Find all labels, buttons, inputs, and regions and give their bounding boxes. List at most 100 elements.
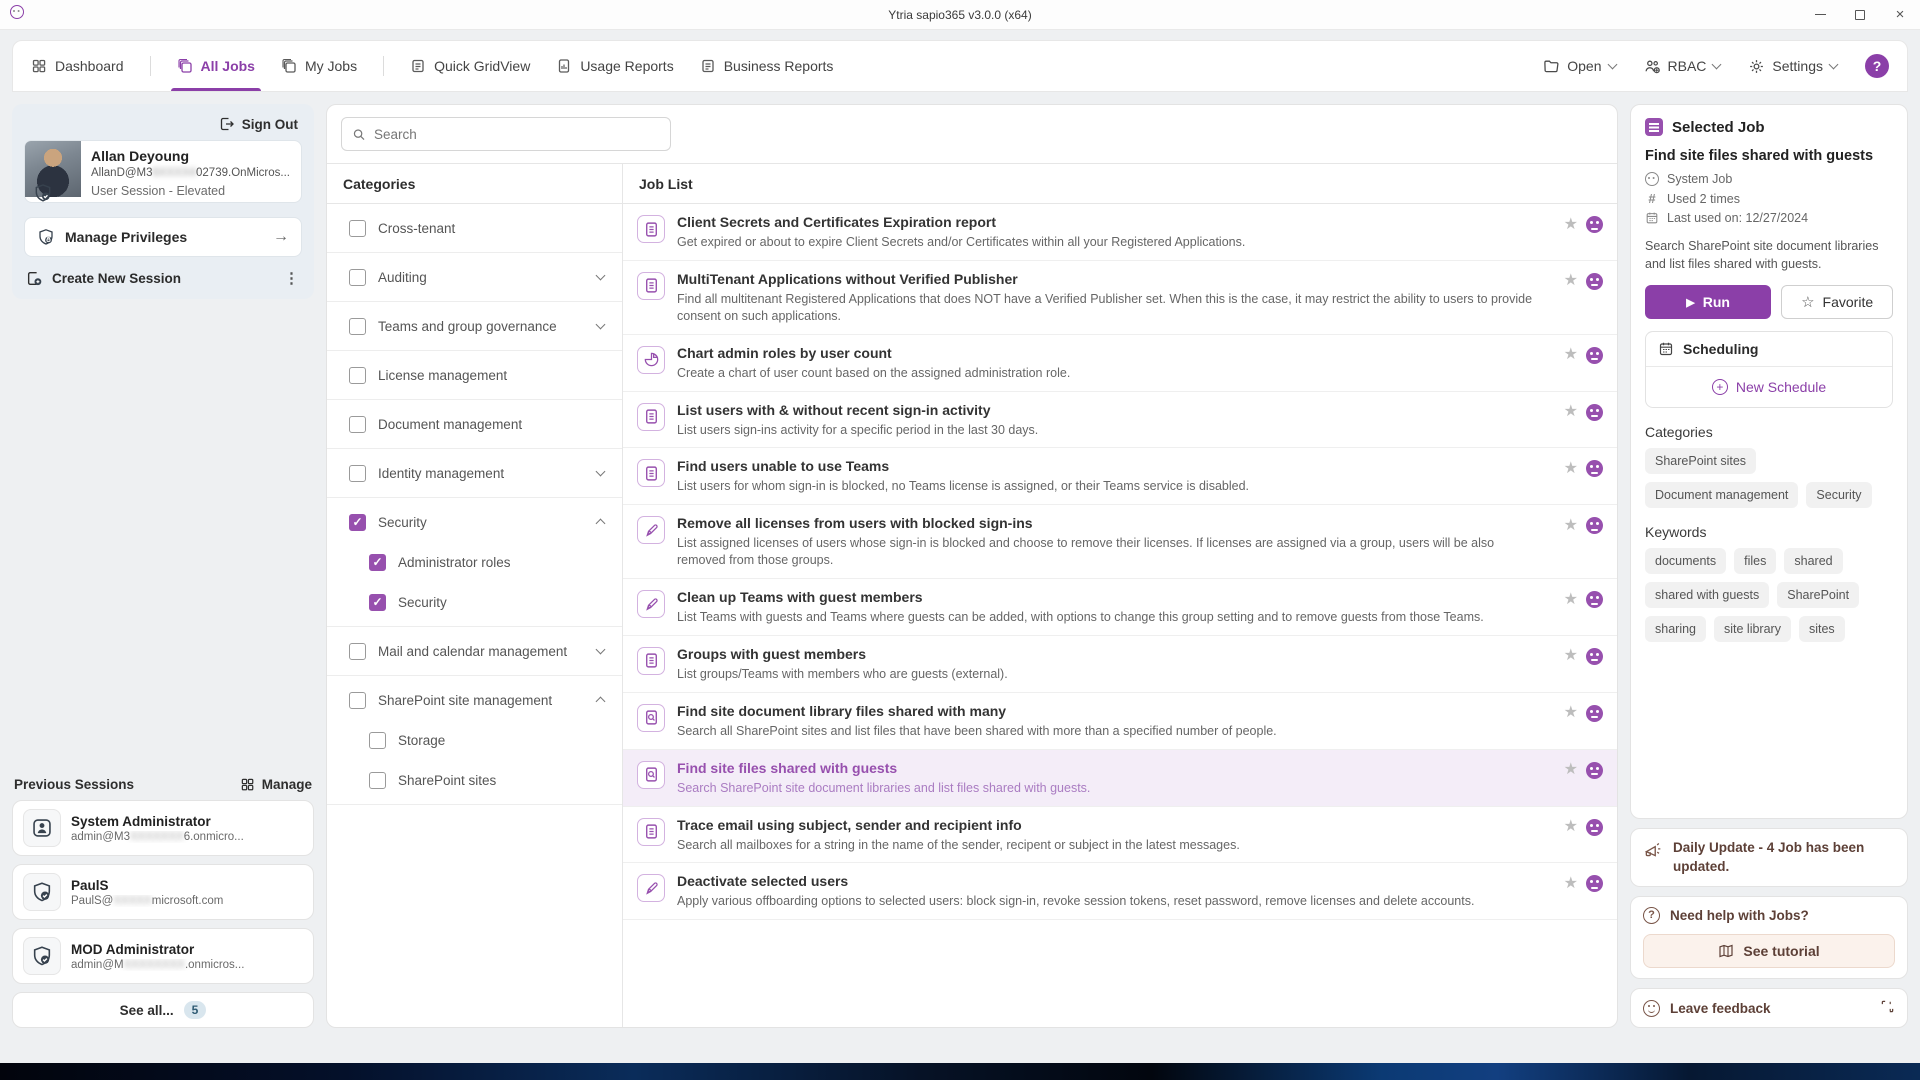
category-sharepoint-management[interactable]: SharePoint site management xyxy=(327,680,622,720)
job-title: Chart admin roles by user count xyxy=(677,345,1544,361)
favorite-star-icon[interactable]: ★ xyxy=(1564,762,1578,778)
favorite-star-icon[interactable]: ★ xyxy=(1564,876,1578,892)
checkbox-unchecked[interactable] xyxy=(349,416,366,433)
favorite-star-icon[interactable]: ★ xyxy=(1564,705,1578,721)
checkbox-unchecked[interactable] xyxy=(349,643,366,660)
chevron-down-icon[interactable] xyxy=(596,320,606,330)
job-row[interactable]: Find site document library files shared … xyxy=(623,693,1617,750)
rbac-menu[interactable]: RBAC xyxy=(1644,58,1721,75)
category-tag[interactable]: SharePoint sites xyxy=(1645,448,1756,474)
tab-usage-reports[interactable]: Usage Reports xyxy=(556,41,673,91)
session-name: System Administrator xyxy=(71,814,244,829)
job-row[interactable]: MultiTenant Applications without Verifie… xyxy=(623,261,1617,335)
checkbox-unchecked[interactable] xyxy=(349,692,366,709)
checkbox-checked[interactable] xyxy=(349,514,366,531)
job-row[interactable]: Chart admin roles by user count Create a… xyxy=(623,335,1617,392)
daily-update-card[interactable]: Daily Update - 4 Job has been updated. xyxy=(1630,828,1908,886)
keyword-tag[interactable]: shared with guests xyxy=(1645,582,1769,608)
tab-dashboard[interactable]: Dashboard xyxy=(31,41,124,91)
checkbox-checked[interactable] xyxy=(369,594,386,611)
checkbox-unchecked[interactable] xyxy=(349,367,366,384)
chevron-up-icon[interactable] xyxy=(596,519,606,529)
subcategory-administrator-roles[interactable]: Administrator roles xyxy=(327,542,622,582)
help-button[interactable]: ? xyxy=(1865,54,1889,78)
checkbox-unchecked[interactable] xyxy=(369,732,386,749)
session-list-item[interactable]: System Administrator admin@M3XXXXXXX6.on… xyxy=(12,800,314,856)
favorite-star-icon[interactable]: ★ xyxy=(1564,819,1578,835)
job-row[interactable]: Remove all licenses from users with bloc… xyxy=(623,505,1617,579)
job-row-selected[interactable]: Find site files shared with guests Searc… xyxy=(623,750,1617,807)
checkbox-unchecked[interactable] xyxy=(349,220,366,237)
keyword-tag[interactable]: shared xyxy=(1784,548,1842,574)
see-all-button[interactable]: See all... 5 xyxy=(12,992,314,1028)
sign-out-button[interactable]: Sign Out xyxy=(24,114,302,140)
subcategory-sharepoint-sites[interactable]: SharePoint sites xyxy=(327,760,622,800)
category-teams-governance[interactable]: Teams and group governance xyxy=(327,306,622,346)
tab-my-jobs[interactable]: My Jobs xyxy=(281,41,357,91)
checkbox-checked[interactable] xyxy=(369,554,386,571)
manage-privileges-button[interactable]: Manage Privileges → xyxy=(24,217,302,257)
feedback-card[interactable]: Leave feedback xyxy=(1630,988,1908,1028)
checkbox-unchecked[interactable] xyxy=(349,269,366,286)
chevron-down-icon[interactable] xyxy=(596,271,606,281)
open-menu[interactable]: Open xyxy=(1543,58,1615,75)
run-button[interactable]: ▶ Run xyxy=(1645,285,1771,319)
favorite-star-icon[interactable]: ★ xyxy=(1564,404,1578,420)
category-license-management[interactable]: License management xyxy=(327,355,622,395)
chevron-down-icon[interactable] xyxy=(596,645,606,655)
favorite-star-icon[interactable]: ★ xyxy=(1564,461,1578,477)
session-list-item[interactable]: MOD Administrator admin@MXXXXXXXX.onmicr… xyxy=(12,928,314,984)
favorite-star-icon[interactable]: ★ xyxy=(1564,648,1578,664)
subcategory-storage[interactable]: Storage xyxy=(327,720,622,760)
category-security[interactable]: Security xyxy=(327,502,622,542)
job-row[interactable]: Trace email using subject, sender and re… xyxy=(623,807,1617,864)
keyword-tag[interactable]: sites xyxy=(1799,616,1845,642)
chevron-up-icon[interactable] xyxy=(596,697,606,707)
search-input[interactable] xyxy=(374,127,660,142)
see-tutorial-button[interactable]: See tutorial xyxy=(1643,934,1895,968)
category-auditing[interactable]: Auditing xyxy=(327,257,622,297)
job-row[interactable]: Deactivate selected users Apply various … xyxy=(623,863,1617,920)
category-document-management[interactable]: Document management xyxy=(327,404,622,444)
new-session-icon xyxy=(26,270,43,287)
subcategory-security[interactable]: Security xyxy=(327,582,622,622)
manage-sessions-button[interactable]: Manage xyxy=(240,777,312,792)
keyword-tag[interactable]: SharePoint xyxy=(1777,582,1859,608)
system-job-icon xyxy=(1586,705,1603,722)
chevron-down-icon[interactable] xyxy=(596,467,606,477)
settings-menu[interactable]: Settings xyxy=(1748,58,1837,75)
favorite-button[interactable]: ☆ Favorite xyxy=(1781,285,1893,319)
favorite-star-icon[interactable]: ★ xyxy=(1564,518,1578,534)
expand-icon[interactable] xyxy=(1880,999,1895,1017)
category-mail-calendar[interactable]: Mail and calendar management xyxy=(327,631,622,671)
checkbox-unchecked[interactable] xyxy=(349,465,366,482)
tab-quick-gridview[interactable]: Quick GridView xyxy=(410,41,530,91)
keyword-tag[interactable]: files xyxy=(1734,548,1776,574)
search-box[interactable] xyxy=(341,117,671,151)
more-options-icon[interactable]: ⋮ xyxy=(284,269,300,287)
favorite-star-icon[interactable]: ★ xyxy=(1564,273,1578,289)
new-schedule-button[interactable]: + New Schedule xyxy=(1646,367,1892,407)
checkbox-unchecked[interactable] xyxy=(349,318,366,335)
keyword-tag[interactable]: sharing xyxy=(1645,616,1706,642)
user-profile-card[interactable]: Allan Deyoung AllanD@M36XXXX402739.OnMic… xyxy=(24,140,302,203)
checkbox-unchecked[interactable] xyxy=(369,772,386,789)
job-row[interactable]: Client Secrets and Certificates Expirati… xyxy=(623,204,1617,261)
favorite-star-icon[interactable]: ★ xyxy=(1564,592,1578,608)
tab-business-reports[interactable]: Business Reports xyxy=(700,41,834,91)
category-tag[interactable]: Security xyxy=(1806,482,1871,508)
tab-all-jobs[interactable]: All Jobs xyxy=(177,41,255,91)
category-cross-tenant[interactable]: Cross-tenant xyxy=(327,208,622,248)
keyword-tag[interactable]: documents xyxy=(1645,548,1726,574)
job-row[interactable]: Find users unable to use Teams List user… xyxy=(623,448,1617,505)
session-list-item[interactable]: PaulS PaulS@XXXXXmicrosoft.com xyxy=(12,864,314,920)
job-row[interactable]: Clean up Teams with guest members List T… xyxy=(623,579,1617,636)
category-identity-management[interactable]: Identity management xyxy=(327,453,622,493)
favorite-star-icon[interactable]: ★ xyxy=(1564,217,1578,233)
keyword-tag[interactable]: site library xyxy=(1714,616,1791,642)
create-new-session-button[interactable]: Create New Session ⋮ xyxy=(24,269,302,287)
job-row[interactable]: List users with & without recent sign-in… xyxy=(623,392,1617,449)
category-tag[interactable]: Document management xyxy=(1645,482,1798,508)
favorite-star-icon[interactable]: ★ xyxy=(1564,347,1578,363)
job-row[interactable]: Groups with guest members List groups/Te… xyxy=(623,636,1617,693)
